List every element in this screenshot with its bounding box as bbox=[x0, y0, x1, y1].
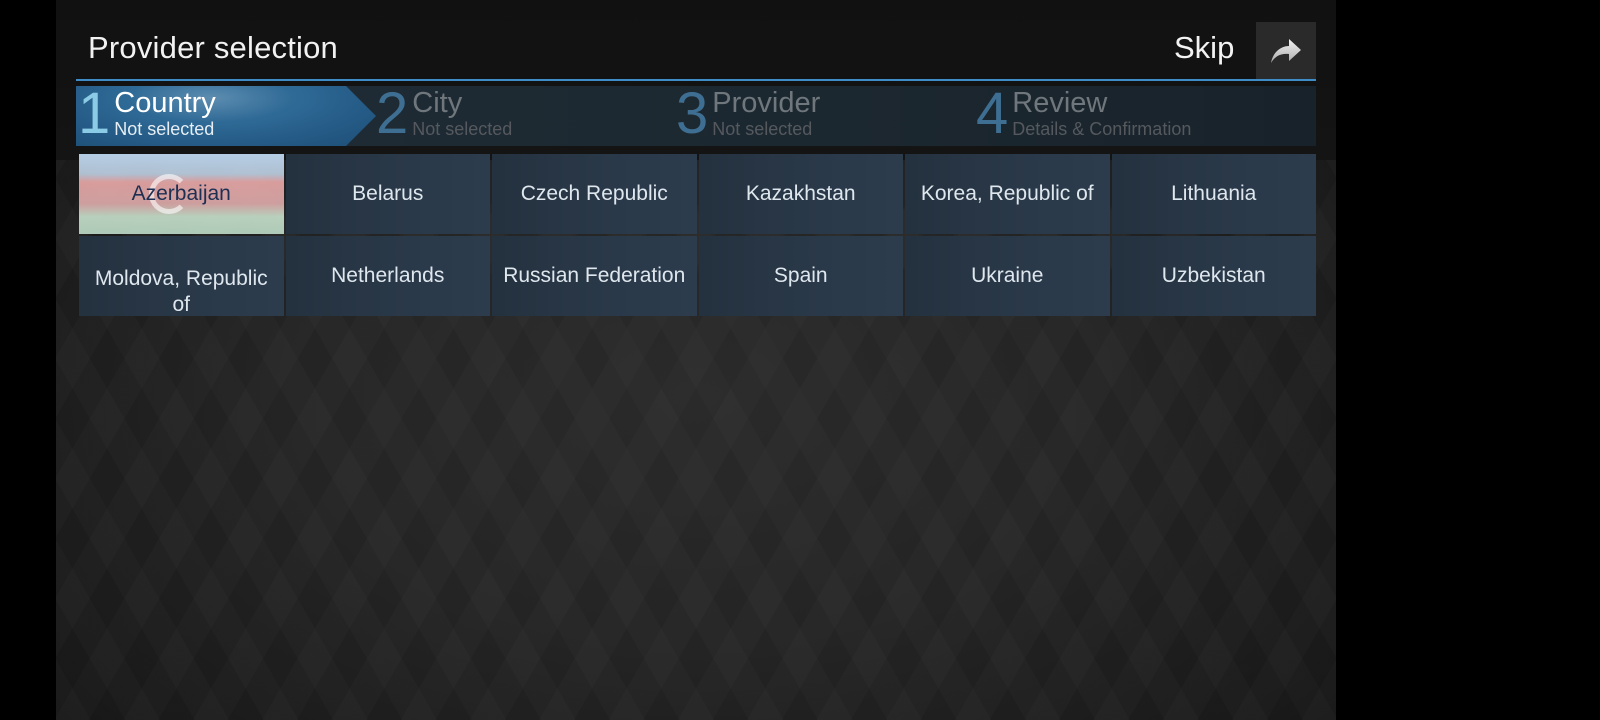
country-name: Lithuania bbox=[1171, 182, 1257, 205]
skip-forward-button[interactable] bbox=[1256, 22, 1316, 80]
country-name: Uzbekistan bbox=[1161, 264, 1266, 287]
step-review[interactable]: 4 Review Details & Confirmation bbox=[976, 81, 1192, 146]
step-status: Not selected bbox=[412, 119, 513, 139]
country-grid: Azerbaijan Belarus Czech Republic Kazakh… bbox=[79, 154, 1316, 316]
step-name: Country bbox=[114, 87, 216, 119]
provider-selection-panel: Provider selection Skip 1 Country Not se… bbox=[56, 0, 1336, 720]
step-city[interactable]: 2 City Not selected bbox=[376, 81, 513, 146]
country-name: Spain bbox=[773, 264, 828, 287]
step-name: Provider bbox=[712, 87, 821, 119]
skip-button[interactable]: Skip bbox=[1174, 30, 1234, 66]
country-name: Korea, Republic of bbox=[920, 182, 1094, 205]
step-number: 4 bbox=[976, 81, 1009, 146]
country-name: Russian Federation bbox=[503, 264, 686, 287]
country-name: Czech Republic bbox=[520, 182, 668, 205]
country-tile-ukraine[interactable]: Ukraine bbox=[905, 236, 1110, 316]
step-number: 1 bbox=[78, 81, 111, 146]
country-name: Kazakhstan bbox=[745, 182, 856, 205]
country-tile-netherlands[interactable]: Netherlands bbox=[285, 236, 490, 316]
country-name: Moldova, Republic of bbox=[94, 267, 268, 316]
country-name: Azerbaijan bbox=[131, 182, 231, 205]
forward-arrow-icon bbox=[1271, 39, 1301, 63]
step-status: Not selected bbox=[114, 119, 215, 139]
country-name: Belarus bbox=[352, 182, 424, 205]
country-tile-uzbekistan[interactable]: Uzbekistan bbox=[1111, 236, 1316, 316]
country-tile-russian-federation[interactable]: Russian Federation bbox=[492, 236, 697, 316]
country-tile-czech-republic[interactable]: Czech Republic bbox=[492, 154, 697, 234]
step-number: 2 bbox=[376, 81, 409, 146]
step-name: City bbox=[412, 87, 463, 119]
country-tile-korea[interactable]: Korea, Republic of bbox=[905, 154, 1110, 234]
wizard-stepper: 1 Country Not selected 2 City Not select… bbox=[76, 81, 1316, 146]
page-title: Provider selection bbox=[88, 30, 338, 65]
step-status: Not selected bbox=[712, 119, 813, 139]
country-name: Netherlands bbox=[331, 264, 445, 287]
step-name: Review bbox=[1012, 87, 1108, 119]
country-tile-belarus[interactable]: Belarus bbox=[285, 154, 490, 234]
country-tile-azerbaijan[interactable]: Azerbaijan bbox=[79, 154, 284, 234]
country-name: Ukraine bbox=[971, 264, 1044, 287]
step-status: Details & Confirmation bbox=[1012, 119, 1192, 139]
country-tile-moldova[interactable]: Moldova, Republic of bbox=[79, 236, 284, 316]
step-country[interactable]: 1 Country Not selected bbox=[78, 81, 216, 146]
country-tile-kazakhstan[interactable]: Kazakhstan bbox=[698, 154, 903, 234]
country-tile-spain[interactable]: Spain bbox=[698, 236, 903, 316]
step-number: 3 bbox=[676, 81, 709, 146]
country-tile-lithuania[interactable]: Lithuania bbox=[1111, 154, 1316, 234]
step-provider[interactable]: 3 Provider Not selected bbox=[676, 81, 821, 146]
